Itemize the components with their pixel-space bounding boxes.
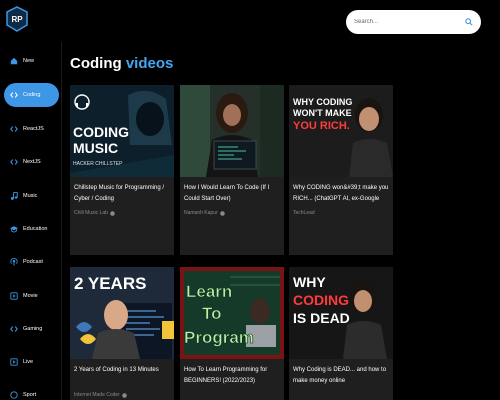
- code-icon: [10, 126, 18, 132]
- sidebar-item-label: Movie: [23, 293, 38, 299]
- gaming-icon: [10, 326, 18, 332]
- thumb-subtext: HACKER CHILLSTEP: [73, 161, 123, 167]
- video-card[interactable]: 2 YEARS 2 Years of Coding in 13 Minutes …: [70, 267, 174, 400]
- sidebar-item-label: Education: [23, 226, 48, 232]
- thumbnail-art: WHY CODING IS DEAD: [289, 267, 393, 359]
- code-icon: [10, 92, 18, 98]
- sidebar-item-label: New: [23, 58, 35, 64]
- thumb-text-line: IS DEAD: [293, 310, 350, 326]
- movie-icon: [10, 292, 18, 300]
- verified-check-icon: [110, 210, 115, 216]
- sidebar-item-label: Coding: [23, 92, 41, 98]
- video-card[interactable]: WHY CODING IS DEAD Why Coding is DEAD...…: [289, 267, 393, 400]
- thumbnail-art: WHY CODING WON'T MAKE YOU RICH.: [289, 85, 393, 177]
- search-icon[interactable]: [465, 18, 473, 26]
- thumb-text-line: CODING: [73, 124, 129, 140]
- live-icon: [10, 358, 18, 366]
- thumbnail-art: [180, 85, 284, 177]
- logo[interactable]: RP: [6, 6, 28, 32]
- channel-name[interactable]: Namanh Kapur: [184, 210, 225, 216]
- page-title: Coding videos: [70, 55, 173, 72]
- video-thumbnail[interactable]: CODING MUSIC HACKER CHILLSTEP: [70, 85, 174, 177]
- sidebar-item-nextjs[interactable]: NextJS: [4, 150, 59, 174]
- sidebar-item-label: Gaming: [23, 326, 43, 332]
- sidebar-item-sport[interactable]: Sport: [4, 383, 59, 400]
- channel-label: Chill Music Lab: [74, 210, 108, 216]
- video-title[interactable]: How To Learn Programming for BEGINNERS! …: [184, 365, 282, 387]
- thumb-text-line: WHY CODING: [293, 97, 352, 107]
- video-card[interactable]: How I Would Learn To Code (If I Could St…: [180, 85, 284, 255]
- thumb-text-line: Learn: [186, 282, 232, 301]
- video-title[interactable]: How I Would Learn To Code (If I Could St…: [184, 183, 282, 205]
- thumbnail-art: Learn To Program: [180, 267, 284, 359]
- sidebar-item-gaming[interactable]: Gaming: [4, 317, 59, 341]
- logo-icon: RP: [6, 6, 28, 32]
- thumbnail-art: CODING MUSIC HACKER CHILLSTEP: [70, 85, 174, 177]
- sidebar-item-reactjs[interactable]: ReactJS: [4, 117, 59, 141]
- top-bar: RP: [0, 0, 500, 42]
- video-thumbnail[interactable]: WHY CODING IS DEAD: [289, 267, 393, 359]
- sidebar-item-label: Podcast: [23, 259, 43, 265]
- video-card[interactable]: WHY CODING WON'T MAKE YOU RICH. Why CODI…: [289, 85, 393, 255]
- sidebar-item-movie[interactable]: Movie: [4, 284, 59, 308]
- sidebar-item-label: NextJS: [23, 159, 41, 165]
- education-icon: [10, 226, 18, 233]
- video-thumbnail[interactable]: WHY CODING WON'T MAKE YOU RICH.: [289, 85, 393, 177]
- sidebar-item-label: Live: [23, 359, 34, 365]
- sidebar-item-podcast[interactable]: Podcast: [4, 250, 59, 274]
- channel-name[interactable]: Internet Made Coder: [74, 392, 127, 398]
- logo-text: RP: [11, 15, 23, 24]
- verified-check-icon: [122, 392, 127, 398]
- thumb-text-line: To: [202, 304, 222, 323]
- music-icon: [10, 192, 18, 200]
- thumb-text-line: WHY: [293, 274, 326, 290]
- home-icon: [10, 57, 18, 65]
- code-icon: [10, 159, 18, 165]
- video-card[interactable]: CODING MUSIC HACKER CHILLSTEP Chillstep …: [70, 85, 174, 255]
- sidebar-item-coding[interactable]: Coding: [4, 83, 59, 107]
- thumb-text-line: 2 YEARS: [74, 274, 146, 293]
- sidebar-item-new[interactable]: New: [4, 49, 59, 73]
- video-thumbnail[interactable]: [180, 85, 284, 177]
- video-title[interactable]: 2 Years of Coding in 13 Minutes: [74, 365, 172, 376]
- video-thumbnail[interactable]: 2 YEARS: [70, 267, 174, 359]
- channel-label: Namanh Kapur: [184, 210, 218, 216]
- video-title[interactable]: Why CODING won&#39;t make you RICH... (C…: [293, 183, 391, 205]
- thumb-text-line: CODING: [293, 292, 349, 308]
- sidebar: New Coding ReactJS NextJS Music Educatio…: [0, 42, 62, 400]
- sidebar-item-label: Music: [23, 193, 38, 199]
- channel-name[interactable]: TechLead: [293, 210, 315, 216]
- sport-icon: [10, 391, 18, 399]
- sidebar-item-music[interactable]: Music: [4, 184, 59, 208]
- sidebar-item-label: Sport: [23, 392, 37, 398]
- page-title-word: Coding: [70, 55, 122, 72]
- video-thumbnail[interactable]: Learn To Program: [180, 267, 284, 359]
- page-title-suffix: videos: [125, 55, 174, 72]
- channel-name[interactable]: Chill Music Lab: [74, 210, 115, 216]
- sidebar-item-label: ReactJS: [23, 126, 44, 132]
- video-card[interactable]: Learn To Program How To Learn Programmin…: [180, 267, 284, 400]
- sidebar-item-education[interactable]: Education: [4, 217, 59, 241]
- sidebar-item-live[interactable]: Live: [4, 350, 59, 374]
- search-input[interactable]: [354, 19, 465, 25]
- search-bar[interactable]: [346, 10, 481, 34]
- verified-check-icon: [219, 210, 225, 216]
- thumbnail-art: 2 YEARS: [70, 267, 174, 359]
- channel-label: Internet Made Coder: [74, 392, 120, 398]
- thumb-text-line: MUSIC: [73, 140, 118, 156]
- video-title[interactable]: Chillstep Music for Programming / Cyber …: [74, 183, 172, 205]
- thumb-text-line: WON'T MAKE: [293, 108, 352, 118]
- podcast-icon: [10, 258, 18, 266]
- video-title[interactable]: Why Coding is DEAD... and how to make mo…: [293, 365, 391, 387]
- thumb-text-line: Program: [184, 328, 254, 347]
- channel-label: TechLead: [293, 210, 315, 216]
- thumb-text-line: YOU RICH.: [293, 120, 350, 132]
